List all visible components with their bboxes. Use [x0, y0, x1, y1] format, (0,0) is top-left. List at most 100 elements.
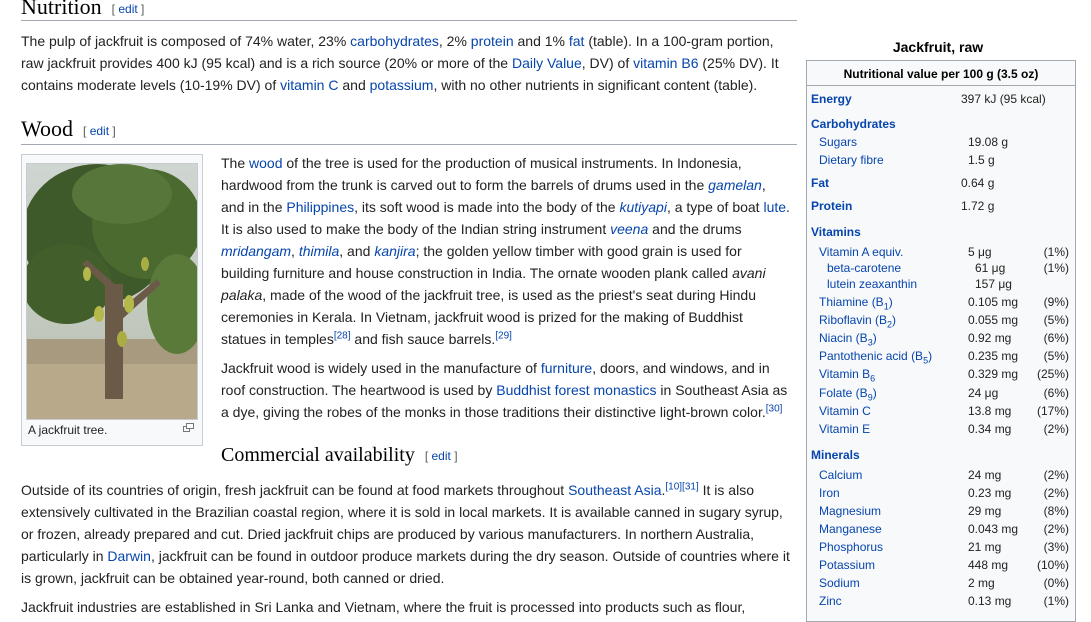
nutrient-dv-percent: (17%)	[1036, 404, 1069, 418]
text: , made of the wood of the jackfruit tree…	[262, 287, 756, 303]
text: of the tree is used for the production o…	[282, 155, 742, 171]
sugars-label[interactable]: Sugars	[819, 135, 857, 149]
carbohydrates-heading[interactable]: Carbohydrates	[811, 117, 896, 131]
nutrient-value: 0.34 mg	[968, 422, 1012, 436]
nutrient-value: 29 mg	[968, 504, 1002, 518]
jackfruit-tree-image[interactable]	[26, 163, 198, 420]
nutrient-value: 13.8 mg	[968, 404, 1012, 418]
text: and	[338, 77, 370, 93]
text: (25% DV). It	[698, 55, 779, 71]
protein-label[interactable]: Protein	[811, 199, 852, 213]
edit-link[interactable]: edit	[118, 2, 137, 16]
nutrient-label[interactable]: Niacin (B3)	[819, 331, 877, 347]
nutrient-label[interactable]: beta-carotene	[827, 261, 901, 275]
link-protein[interactable]: protein	[471, 33, 514, 49]
link-kanjira[interactable]: kanjira	[374, 243, 415, 259]
fibre-label[interactable]: Dietary fibre	[819, 153, 884, 167]
citation-10-31[interactable]: [10][31]	[665, 481, 698, 492]
citation-30[interactable]: [30]	[766, 403, 783, 414]
text: The	[221, 155, 250, 171]
text: Jackfruit industries are established in …	[21, 599, 746, 615]
nutrient-label[interactable]: Vitamin B6	[819, 367, 875, 383]
nutrient-label[interactable]: Zinc	[819, 594, 842, 608]
nutrient-label[interactable]: Magnesium	[819, 504, 881, 518]
text: contains moderate levels (10-19% DV) of	[21, 77, 281, 93]
link-lute[interactable]: lute	[763, 199, 786, 215]
link-carbohydrates[interactable]: carbohydrates	[350, 33, 439, 49]
text: kanjira	[374, 243, 416, 259]
nutrition-paragraph: The pulp of jackfruit is composed of 74%…	[21, 30, 811, 96]
nutrient-value: 24 mg	[968, 468, 1002, 482]
section-heading-nutrition: Nutrition [ edit ]	[21, 0, 144, 20]
nutrient-value: 61 μg	[975, 261, 1006, 275]
edit-section: [ edit ]	[83, 123, 116, 138]
edit-link[interactable]: edit	[432, 449, 451, 463]
nutrient-label[interactable]: Sodium	[819, 576, 860, 590]
nutrient-label[interactable]: Iron	[819, 486, 840, 500]
nutrient-dv-percent: (1%)	[1043, 261, 1069, 275]
nutrient-dv-percent: (9%)	[1043, 295, 1069, 309]
text: and the drums	[648, 221, 742, 237]
link-furniture[interactable]: furniture	[541, 360, 592, 376]
nutrient-label[interactable]: lutein zeaxanthin	[827, 277, 917, 291]
link-veena[interactable]: veena	[610, 221, 648, 237]
nutrient-dv-percent: (2%)	[1043, 422, 1069, 436]
tree-photo	[27, 164, 197, 419]
link-southeast-asia[interactable]: Southeast Asia	[568, 482, 661, 498]
nutrient-dv-percent: (1%)	[1043, 594, 1069, 608]
nutrient-dv-percent: (3%)	[1043, 540, 1069, 554]
link-darwin[interactable]: Darwin	[107, 548, 151, 564]
enlarge-icon[interactable]	[183, 423, 194, 435]
nutrient-label[interactable]: Vitamin A equiv.	[819, 245, 903, 259]
fat-label[interactable]: Fat	[811, 176, 829, 190]
text: , doors, and windows, and in	[592, 360, 770, 376]
link-potassium[interactable]: potassium	[370, 77, 434, 93]
nutrient-label[interactable]: Calcium	[819, 468, 862, 482]
link-vitamin-c[interactable]: vitamin C	[280, 77, 338, 93]
link-daily-value[interactable]: Daily Value	[512, 55, 582, 71]
link-wood[interactable]: wood	[249, 155, 282, 171]
text: and in the	[221, 199, 287, 215]
link-thimila[interactable]: thimila	[299, 243, 339, 259]
nutrient-label[interactable]: Riboflavin (B2)	[819, 313, 896, 329]
vitamins-heading[interactable]: Vitamins	[811, 225, 861, 239]
citation-29[interactable]: [29]	[495, 330, 512, 341]
wood-paragraph-2: Jackfruit wood is widely used in the man…	[221, 357, 801, 423]
text: , with no other nutrients in significant…	[433, 77, 758, 93]
fibre-value: 1.5 g	[968, 153, 995, 167]
text: in Southeast Asia as	[656, 382, 788, 398]
energy-label[interactable]: Energy	[811, 92, 852, 106]
nutrient-label[interactable]: Folate (B9)	[819, 386, 877, 402]
link-vitamin-b6[interactable]: vitamin B6	[633, 55, 698, 71]
link-kutiyapi[interactable]: kutiyapi	[619, 199, 666, 215]
nutrient-label[interactable]: Manganese	[819, 522, 882, 536]
text: , its soft wood is made into the body of…	[354, 199, 620, 215]
nutrient-label[interactable]: Potassium	[819, 558, 875, 572]
citation-28[interactable]: [28]	[334, 330, 351, 341]
link-philippines[interactable]: Philippines	[286, 199, 354, 215]
edit-link[interactable]: edit	[90, 124, 109, 138]
text: .	[786, 199, 790, 215]
minerals-heading[interactable]: Minerals	[811, 448, 860, 462]
nutrient-value: 5 μg	[968, 245, 992, 259]
link-fat[interactable]: fat	[569, 33, 585, 49]
nutrient-label[interactable]: Phosphorus	[819, 540, 883, 554]
section-title: Nutrition	[21, 0, 102, 19]
nutrient-value: 0.235 mg	[968, 349, 1019, 363]
link-gamelan[interactable]: gamelan	[708, 177, 762, 193]
nutrient-label[interactable]: Thiamine (B1)	[819, 295, 893, 311]
section-title: Wood	[21, 116, 74, 141]
nutrient-label[interactable]: Vitamin E	[819, 422, 870, 436]
nutrient-dv-percent: (5%)	[1043, 313, 1069, 327]
nutrient-label[interactable]: Pantothenic acid (B5)	[819, 349, 932, 365]
text: building furniture and house constructio…	[221, 265, 733, 281]
text: , a type of boat	[666, 199, 764, 215]
nutrient-dv-percent: (25%)	[1036, 367, 1069, 381]
link-buddhist-forest-monastics[interactable]: Buddhist forest monastics	[496, 382, 656, 398]
link-mridangam[interactable]: mridangam	[221, 243, 291, 259]
text: ; the golden yellow timber with good gra…	[415, 243, 742, 259]
protein-value: 1.72 g	[961, 199, 995, 213]
text: particularly in	[21, 548, 108, 564]
nutrient-label[interactable]: Vitamin C	[819, 404, 871, 418]
section-heading-wood: Wood [ edit ]	[21, 116, 116, 142]
